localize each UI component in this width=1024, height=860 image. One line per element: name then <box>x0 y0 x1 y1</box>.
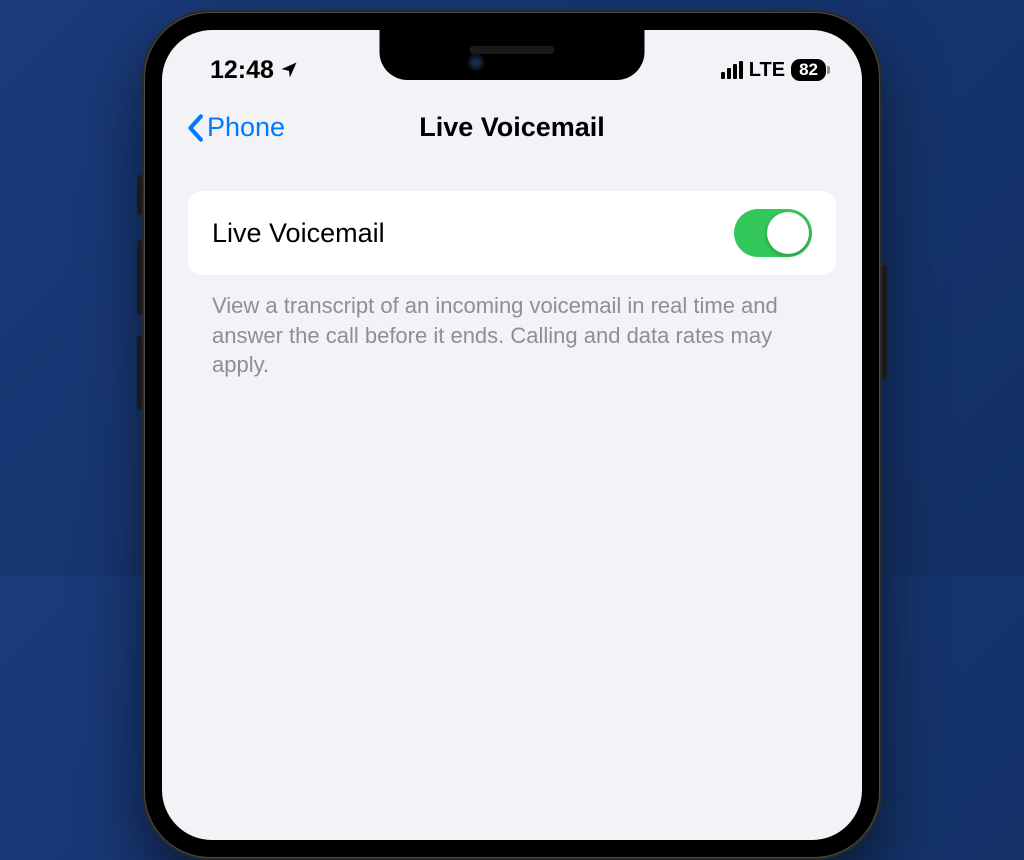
status-right: LTE 82 <box>721 59 826 82</box>
volume-down-button <box>137 335 142 410</box>
location-icon <box>279 60 299 80</box>
power-button <box>882 265 887 380</box>
setting-description: View a transcript of an incoming voicema… <box>188 275 836 380</box>
earpiece-speaker <box>470 46 555 54</box>
phone-frame: 12:48 LTE 82 <box>142 10 882 860</box>
navigation-bar: Phone Live Voicemail <box>162 90 862 161</box>
phone-inner-bezel: 12:48 LTE 82 <box>156 24 868 846</box>
battery-percent: 82 <box>799 60 818 80</box>
chevron-left-icon <box>186 114 204 142</box>
cellular-signal-icon <box>721 61 743 79</box>
screen: 12:48 LTE 82 <box>162 30 862 840</box>
front-camera <box>467 54 484 71</box>
volume-up-button <box>137 240 142 315</box>
live-voicemail-row: Live Voicemail <box>188 191 836 275</box>
settings-content: Live Voicemail View a transcript of an i… <box>162 161 862 380</box>
mute-switch <box>137 175 142 215</box>
battery-indicator: 82 <box>791 59 826 81</box>
live-voicemail-toggle[interactable] <box>734 209 812 257</box>
notch <box>380 30 645 80</box>
toggle-knob <box>767 212 809 254</box>
network-label: LTE <box>749 59 785 82</box>
setting-label: Live Voicemail <box>212 218 385 249</box>
status-left: 12:48 <box>210 56 299 85</box>
page-title: Live Voicemail <box>419 112 605 143</box>
back-button[interactable]: Phone <box>186 112 285 143</box>
clock-label: 12:48 <box>210 56 274 85</box>
back-label: Phone <box>207 112 285 143</box>
